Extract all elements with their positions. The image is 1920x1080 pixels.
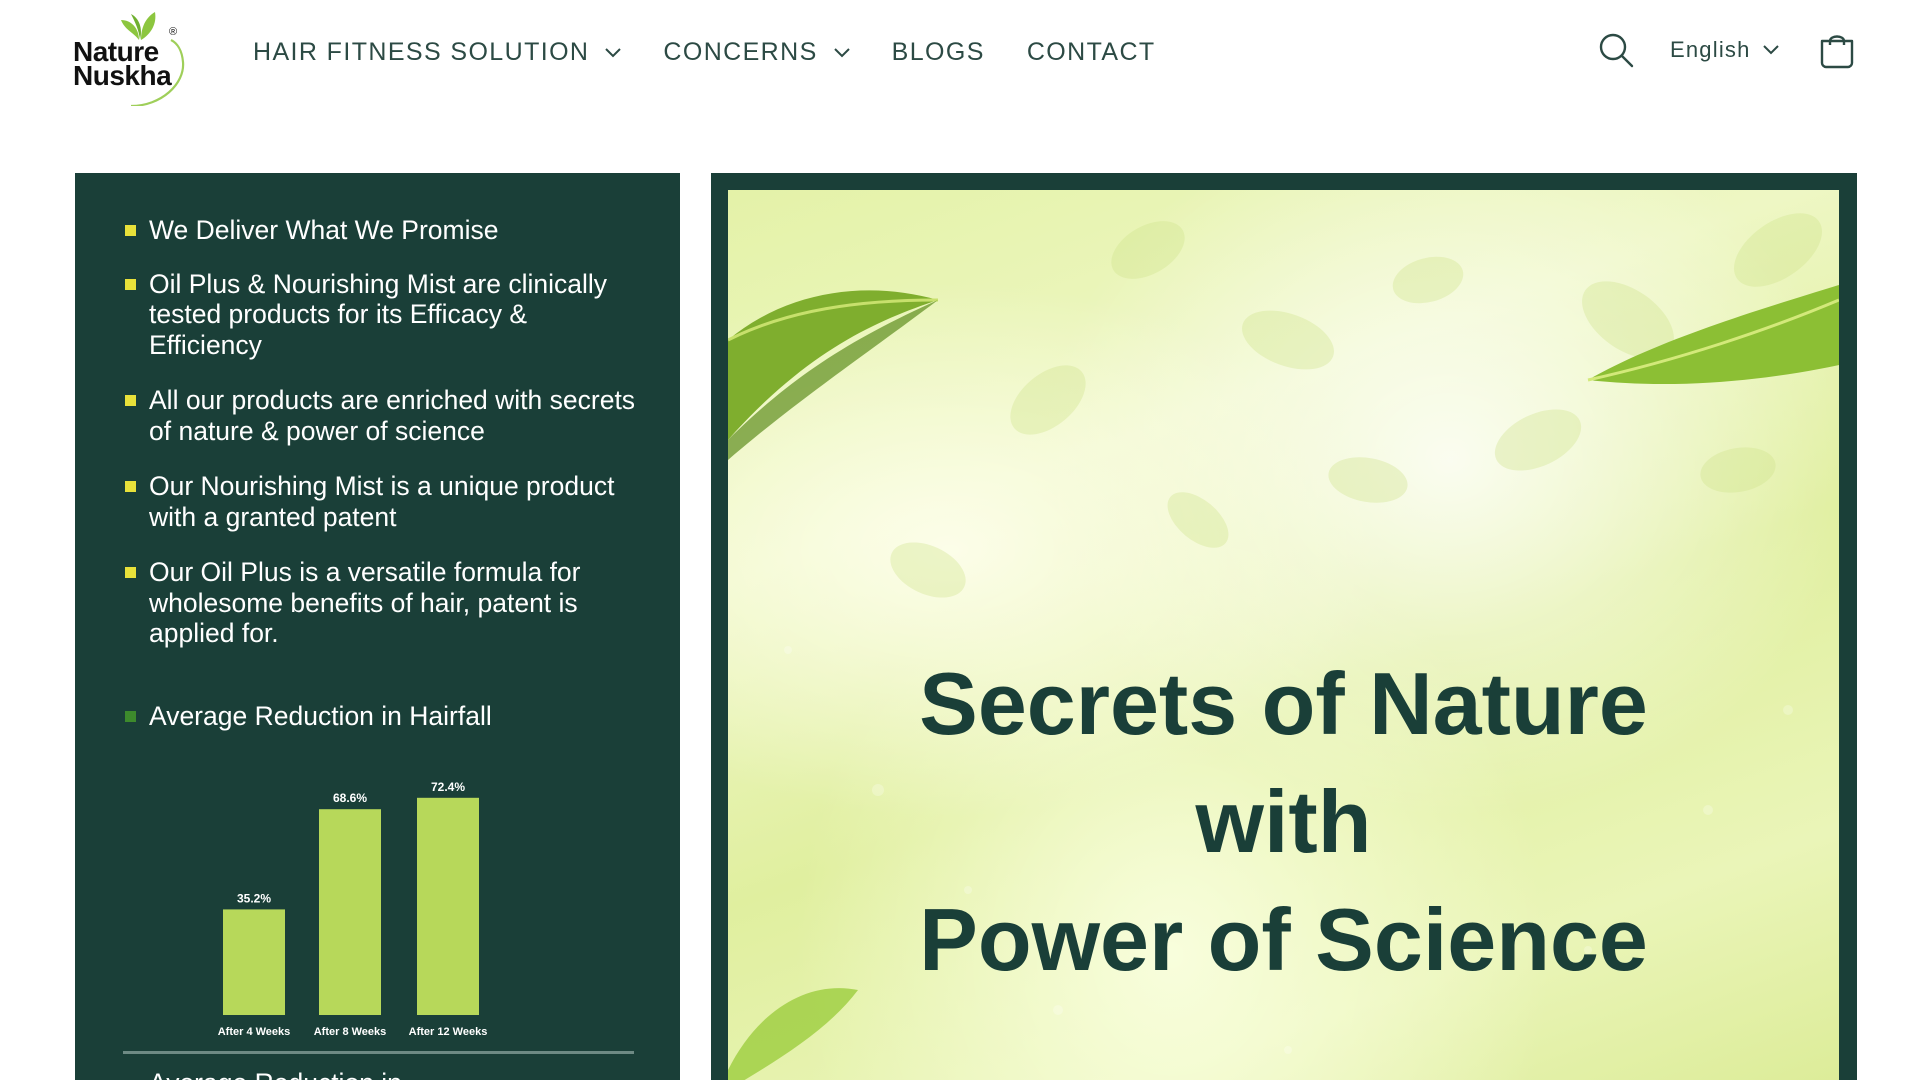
nav-label: CONTACT xyxy=(1026,38,1156,66)
chart-category-label: After 12 Weeks xyxy=(409,1026,488,1038)
main-navigation: HAIR FITNESS SOLUTION CONCERNS BLOGS CON… xyxy=(253,38,1198,67)
site-header: ® Nature Nuskha HAIR FITNESS SOLUTION CO… xyxy=(0,0,1920,120)
search-icon xyxy=(1599,33,1634,68)
language-selector[interactable]: English xyxy=(1670,37,1779,63)
cart-button[interactable] xyxy=(1817,30,1857,70)
bullet-square-icon xyxy=(125,711,136,722)
chart-heading: Average Reduction in Hairfall xyxy=(125,701,509,732)
list-item: Oil Plus & Nourishing Mist are clinicall… xyxy=(125,269,645,361)
chart-bar xyxy=(319,809,381,1015)
promise-panel: We Deliver What We Promise Oil Plus & No… xyxy=(75,173,680,1080)
cart-bag-icon xyxy=(1820,35,1853,69)
chart-bar xyxy=(223,909,285,1015)
hero-banner: Secrets of Nature with Power of Science xyxy=(711,173,1857,1080)
list-item: Our Oil Plus is a versatile formula for … xyxy=(125,557,645,649)
hero-heading-line-1: Secrets of Nature xyxy=(919,654,1648,753)
nav-blogs[interactable]: BLOGS xyxy=(892,38,985,67)
bullet-square-icon xyxy=(125,567,136,578)
nav-hair-fitness-solution[interactable]: HAIR FITNESS SOLUTION xyxy=(253,38,622,67)
bullet-square-icon xyxy=(125,225,136,236)
list-item-text: We Deliver What We Promise xyxy=(149,215,499,245)
bullet-square-icon xyxy=(125,395,136,406)
logo-line-2: Nuskha xyxy=(73,60,172,91)
chart-bar xyxy=(417,797,479,1015)
hero-heading: Secrets of Nature with Power of Science xyxy=(728,645,1839,999)
hairfall-bar-chart: 35.2% After 4 Weeks 68.6% After 8 Weeks 72.4… xyxy=(218,780,488,1038)
logo-wordmark: Nature Nuskha xyxy=(73,38,172,91)
chart-category-label: After 8 Weeks xyxy=(314,1026,387,1038)
chart-data-label: 35.2% xyxy=(237,891,271,905)
language-label: English xyxy=(1670,37,1751,62)
chevron-down-icon xyxy=(833,47,850,58)
chevron-down-icon xyxy=(1762,45,1779,55)
section-divider xyxy=(123,1051,634,1054)
nature-nuskha-logo[interactable]: ® Nature Nuskha xyxy=(73,10,191,106)
list-item-text: Oil Plus & Nourishing Mist are clinicall… xyxy=(149,268,608,360)
list-item-text: Our Nourishing Mist is a unique product … xyxy=(149,471,615,532)
registered-mark: ® xyxy=(169,26,178,38)
nav-label: CONCERNS xyxy=(663,38,818,66)
list-item: We Deliver What We Promise xyxy=(125,215,645,246)
chart-heading-text: Average Reduction in Hairfall xyxy=(149,701,492,731)
chevron-down-icon xyxy=(605,47,622,58)
promise-list: We Deliver What We Promise Oil Plus & No… xyxy=(125,215,645,674)
bullet-square-icon xyxy=(125,481,136,492)
list-item-text: All our products are enriched with secre… xyxy=(149,385,636,446)
next-chart-heading: Average Reduction in xyxy=(149,1068,402,1080)
list-item-text: Our Oil Plus is a versatile formula for … xyxy=(149,557,581,648)
chart-category-label: After 4 Weeks xyxy=(218,1026,291,1038)
search-button[interactable] xyxy=(1596,30,1636,70)
chart-data-label: 68.6% xyxy=(333,791,367,805)
hero-image: Secrets of Nature with Power of Science xyxy=(728,190,1839,1080)
hero-heading-line-2: with xyxy=(1195,772,1372,871)
nav-contact[interactable]: CONTACT xyxy=(1027,38,1156,67)
nav-label: BLOGS xyxy=(891,38,985,66)
bullet-square-icon xyxy=(125,278,136,290)
list-item: Our Nourishing Mist is a unique product … xyxy=(125,471,645,532)
nav-concerns[interactable]: CONCERNS xyxy=(663,38,850,67)
nav-label: HAIR FITNESS SOLUTION xyxy=(253,38,590,66)
chart-data-label: 72.4% xyxy=(431,780,465,794)
list-item: All our products are enriched with secre… xyxy=(125,385,645,446)
header-tools: English xyxy=(1596,30,1857,70)
hero-heading-line-3: Power of Science xyxy=(919,890,1648,989)
